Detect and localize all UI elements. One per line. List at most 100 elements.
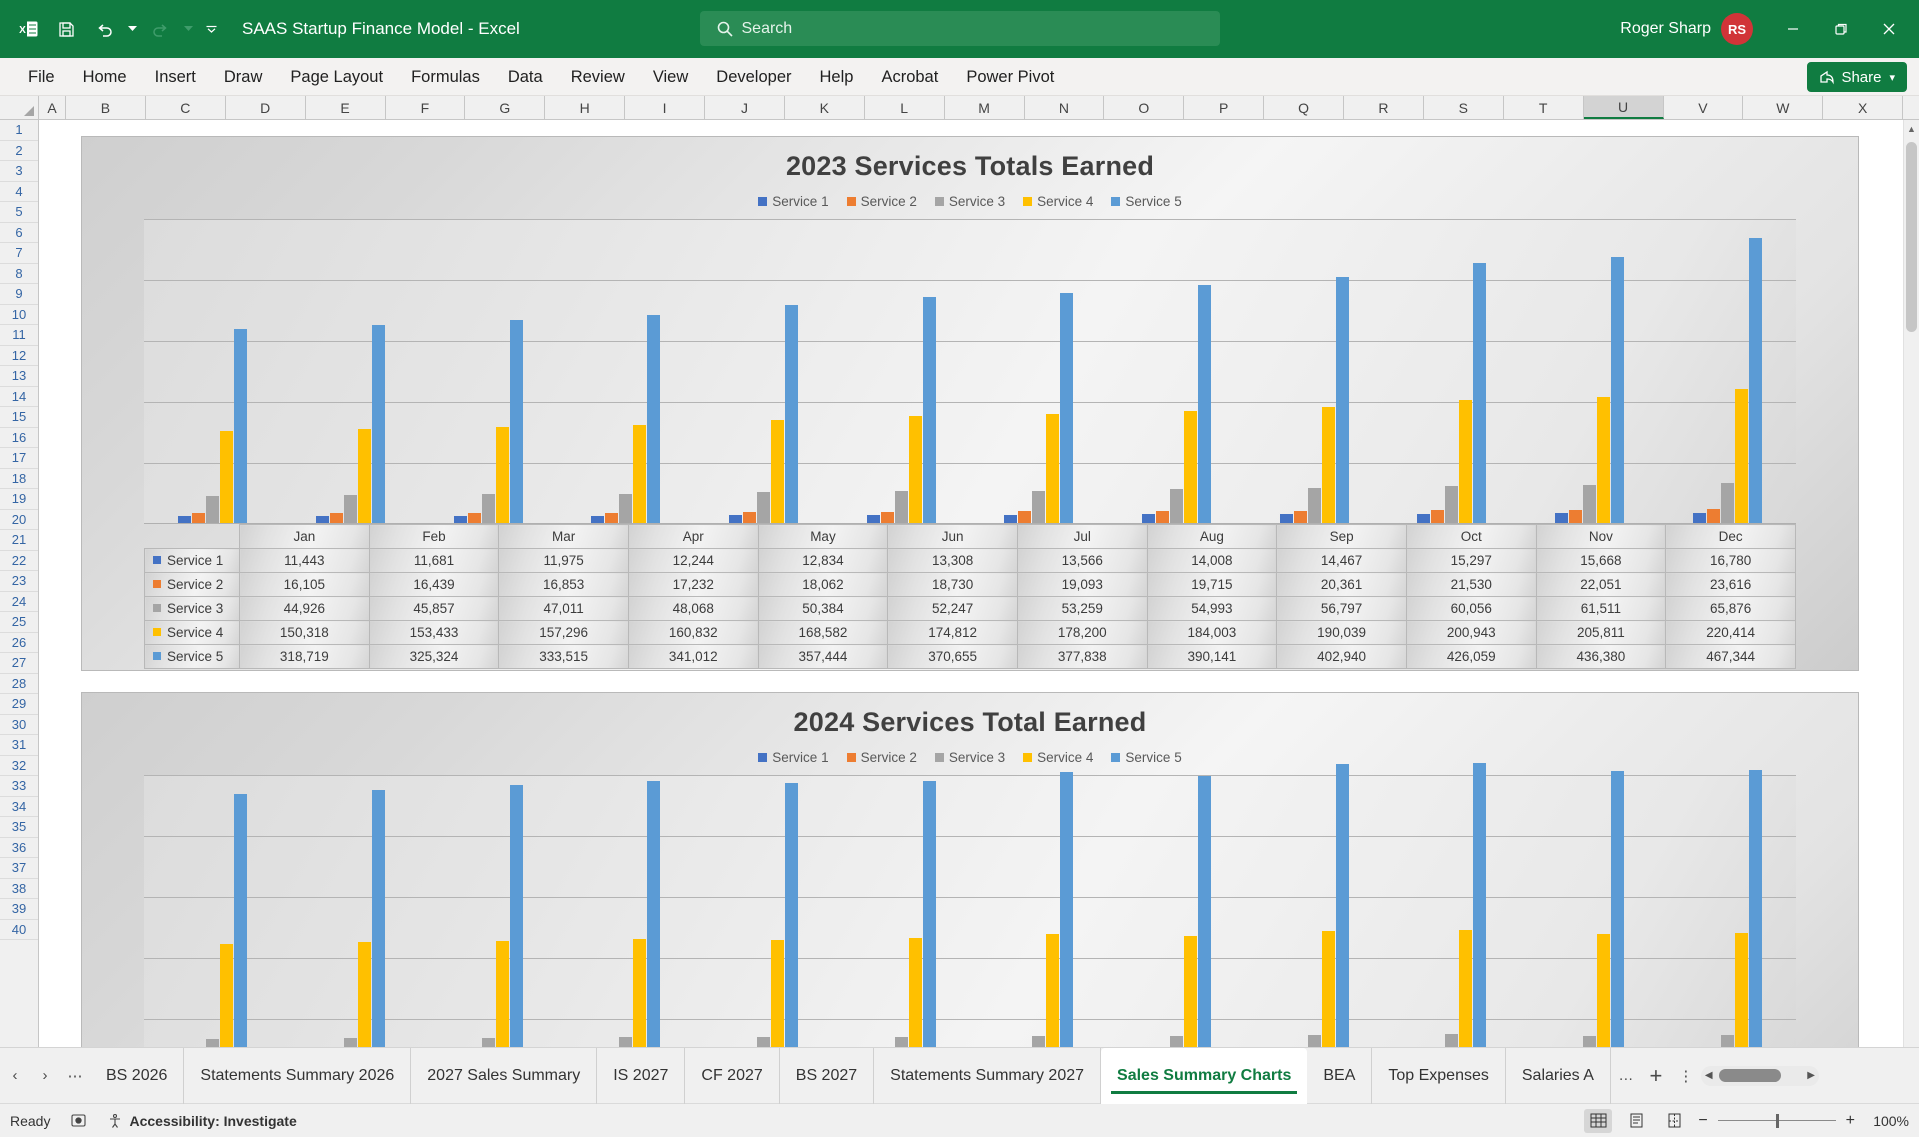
bar-service-3-aug[interactable]	[1169, 489, 1183, 523]
row-header-40[interactable]: 40	[0, 920, 38, 940]
row-header-25[interactable]: 25	[0, 612, 38, 633]
bar-group-may[interactable]	[695, 775, 833, 1047]
column-header-N[interactable]: N	[1025, 96, 1105, 119]
macro-record-icon[interactable]	[70, 1112, 87, 1129]
ribbon-tab-home[interactable]: Home	[69, 58, 141, 96]
bar-service-2-mar[interactable]	[467, 512, 481, 523]
select-all-corner[interactable]	[0, 96, 39, 119]
undo-dropdown-icon[interactable]	[124, 11, 140, 47]
bar-service-5-jul[interactable]	[1060, 772, 1074, 1047]
bar-service-4-jun[interactable]	[908, 938, 922, 1047]
column-header-K[interactable]: K	[785, 96, 865, 119]
bar-service-5-jul[interactable]	[1060, 292, 1074, 523]
zoom-in-button[interactable]: +	[1846, 1112, 1855, 1130]
ribbon-tab-draw[interactable]: Draw	[210, 58, 277, 96]
row-header-1[interactable]: 1	[0, 120, 38, 141]
column-header-P[interactable]: P	[1184, 96, 1265, 119]
save-icon[interactable]	[48, 11, 84, 47]
bar-service-4-apr[interactable]	[633, 938, 647, 1047]
bar-service-3-jun[interactable]	[894, 1036, 908, 1047]
row-header-4[interactable]: 4	[0, 182, 38, 202]
chart-object-2024[interactable]: 2024 Services Total Earned Service 1 Serv…	[81, 692, 1859, 1047]
bar-service-5-may[interactable]	[784, 304, 798, 523]
bar-group-apr[interactable]	[557, 219, 695, 523]
column-header-E[interactable]: E	[306, 96, 386, 119]
row-header-38[interactable]: 38	[0, 879, 38, 899]
column-header-S[interactable]: S	[1424, 96, 1504, 119]
bar-service-5-feb[interactable]	[371, 324, 385, 523]
sheet-tab-salaries-a[interactable]: Salaries A	[1506, 1047, 1611, 1104]
sheet-canvas[interactable]: 2023 Services Totals Earned Service 1 Ser…	[39, 120, 1903, 1047]
bar-group-feb[interactable]	[282, 775, 420, 1047]
bar-service-5-mar[interactable]	[509, 319, 523, 523]
prev-sheet-icon[interactable]: ‹	[0, 1058, 30, 1094]
bar-group-mar[interactable]	[419, 219, 557, 523]
bar-service-4-apr[interactable]	[633, 424, 647, 523]
bar-service-5-jan[interactable]	[234, 793, 248, 1047]
normal-view-icon[interactable]	[1584, 1108, 1613, 1133]
column-header-R[interactable]: R	[1344, 96, 1424, 119]
ribbon-tab-developer[interactable]: Developer	[702, 58, 805, 96]
hscroll-right-icon[interactable]: ▶	[1807, 1070, 1815, 1081]
row-header-10[interactable]: 10	[0, 305, 38, 325]
sheet-tab-2027-sales-summary[interactable]: 2027 Sales Summary	[411, 1047, 598, 1104]
horizontal-scroll-thumb[interactable]	[1718, 1069, 1781, 1082]
bar-service-3-may[interactable]	[756, 492, 770, 523]
bar-service-1-apr[interactable]	[591, 515, 605, 523]
bar-service-5-aug[interactable]	[1197, 775, 1211, 1047]
bar-group-jun[interactable]	[832, 219, 970, 523]
bar-service-4-aug[interactable]	[1183, 410, 1197, 523]
chart-object-2023[interactable]: 2023 Services Totals Earned Service 1 Ser…	[81, 136, 1859, 671]
row-header-16[interactable]: 16	[0, 428, 38, 448]
bar-service-2-oct[interactable]	[1431, 509, 1445, 523]
minimize-button[interactable]	[1771, 9, 1815, 49]
row-header-7[interactable]: 7	[0, 243, 38, 264]
sheet-tab-bs-2027[interactable]: BS 2027	[780, 1047, 875, 1104]
avatar[interactable]: RS	[1721, 13, 1753, 45]
row-header-15[interactable]: 15	[0, 407, 38, 428]
bar-service-2-jun[interactable]	[880, 511, 894, 523]
ribbon-tab-acrobat[interactable]: Acrobat	[867, 58, 952, 96]
row-header-20[interactable]: 20	[0, 510, 38, 530]
column-header-C[interactable]: C	[146, 96, 226, 119]
bar-service-3-feb[interactable]	[343, 1038, 357, 1047]
next-sheet-icon[interactable]: ›	[30, 1058, 60, 1094]
bar-service-1-jan[interactable]	[178, 516, 192, 523]
bar-service-1-feb[interactable]	[315, 515, 329, 523]
column-header-O[interactable]: O	[1104, 96, 1185, 119]
bar-service-4-feb[interactable]	[357, 429, 371, 523]
bar-service-4-dec[interactable]	[1734, 388, 1748, 523]
bar-service-1-jun[interactable]	[866, 514, 880, 523]
bar-group-sep[interactable]	[1245, 219, 1383, 523]
ribbon-tab-file[interactable]: File	[14, 58, 69, 96]
bar-service-5-jun[interactable]	[922, 296, 936, 523]
bar-group-dec[interactable]	[1658, 219, 1796, 523]
bar-service-4-sep[interactable]	[1321, 407, 1335, 523]
column-header-H[interactable]: H	[545, 96, 626, 119]
row-header-36[interactable]: 36	[0, 838, 38, 858]
share-button[interactable]: Share ▾	[1807, 62, 1907, 92]
vertical-scroll-thumb[interactable]	[1906, 142, 1917, 332]
bar-service-5-aug[interactable]	[1197, 285, 1211, 523]
bar-group-jan[interactable]	[144, 775, 282, 1047]
row-header-19[interactable]: 19	[0, 489, 38, 510]
bar-group-may[interactable]	[695, 219, 833, 523]
bar-service-3-jul[interactable]	[1032, 490, 1046, 523]
sheet-tab-top-expenses[interactable]: Top Expenses	[1372, 1047, 1506, 1104]
column-header-U[interactable]: U	[1583, 96, 1664, 119]
page-break-view-icon[interactable]	[1660, 1109, 1688, 1133]
page-layout-view-icon[interactable]	[1622, 1109, 1650, 1133]
bar-service-4-jul[interactable]	[1046, 934, 1060, 1047]
bar-service-2-dec[interactable]	[1706, 508, 1720, 523]
bar-service-1-oct[interactable]	[1417, 513, 1431, 523]
bar-service-4-feb[interactable]	[357, 942, 371, 1047]
bar-service-5-apr[interactable]	[647, 781, 661, 1047]
bar-service-3-mar[interactable]	[481, 1037, 495, 1047]
bar-service-4-may[interactable]	[770, 939, 784, 1047]
column-header-I[interactable]: I	[625, 96, 705, 119]
row-header-22[interactable]: 22	[0, 551, 38, 571]
hscroll-left-icon[interactable]: ◀	[1705, 1070, 1713, 1081]
bar-service-3-nov[interactable]	[1582, 1035, 1596, 1047]
bar-service-5-oct[interactable]	[1473, 263, 1487, 523]
bar-service-1-may[interactable]	[728, 515, 742, 523]
